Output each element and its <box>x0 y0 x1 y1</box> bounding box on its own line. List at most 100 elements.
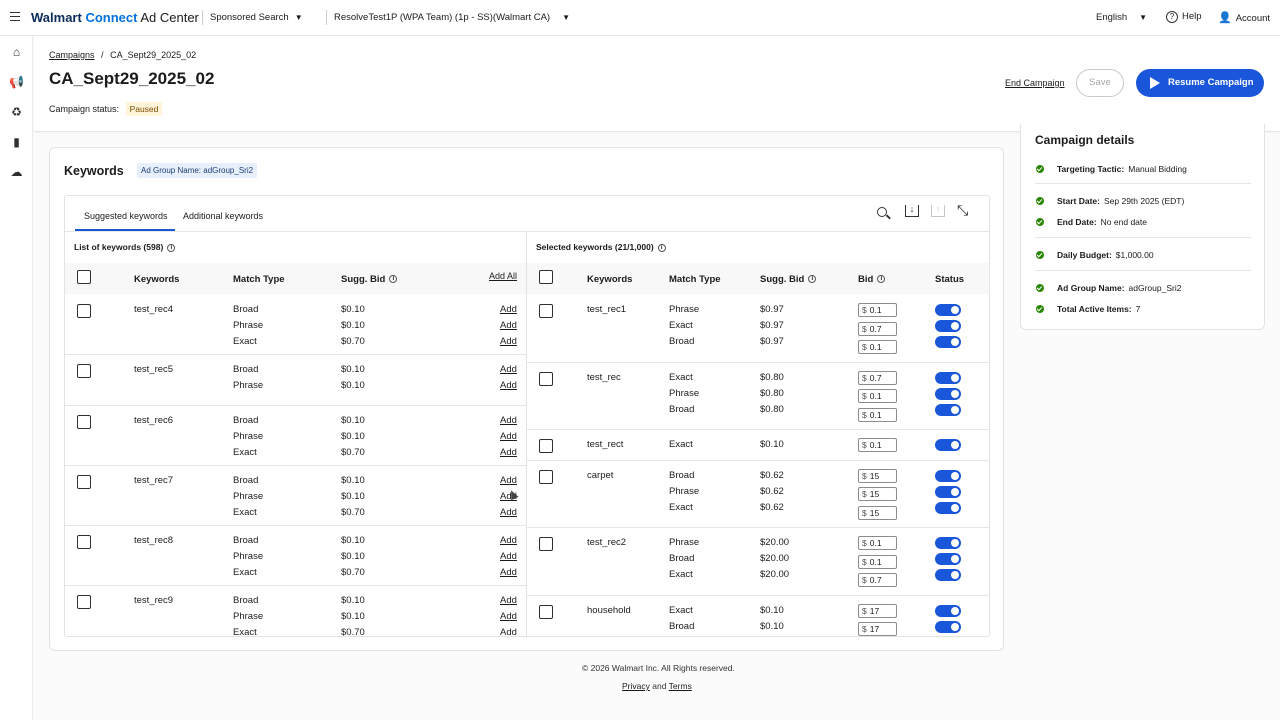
upload-icon[interactable]: ↑ <box>931 205 945 217</box>
bid-input[interactable]: $15 <box>858 487 897 501</box>
status-toggle[interactable] <box>935 553 961 565</box>
bid-input[interactable]: $0.1 <box>858 389 897 403</box>
row-divider <box>527 361 989 363</box>
keyword-checkbox[interactable] <box>77 364 91 378</box>
add-link[interactable]: Add <box>500 595 517 606</box>
add-link[interactable]: Add <box>500 447 517 458</box>
end-campaign-link[interactable]: End Campaign <box>1005 78 1065 88</box>
page-title: CA_Sept29_2025_02 <box>49 69 215 88</box>
match-type: Phrase <box>233 431 264 442</box>
keywords-card: Keywords Ad Group Name: adGroup_Sri2 Sug… <box>49 147 1004 651</box>
detail-label: Ad Group Name: <box>1057 283 1125 293</box>
keyword-checkbox[interactable] <box>77 595 91 609</box>
col-bid: Bid i <box>858 274 886 285</box>
status-toggle[interactable] <box>935 537 961 549</box>
terms-link[interactable]: Terms <box>669 681 692 691</box>
status-toggle[interactable] <box>935 304 961 316</box>
help-link[interactable]: ? Help <box>1166 11 1202 23</box>
add-link[interactable]: Add <box>500 507 517 518</box>
bar-chart-icon[interactable]: ▮ <box>9 135 24 150</box>
status-toggle[interactable] <box>935 387 961 400</box>
match-type: Phrase <box>233 491 264 502</box>
search-icon[interactable] <box>877 207 891 220</box>
status-toggle[interactable] <box>935 604 961 617</box>
tab-suggested-keywords[interactable]: Suggested keywords <box>84 211 168 221</box>
privacy-link[interactable]: Privacy <box>622 681 650 691</box>
bid-input[interactable]: $0.1 <box>858 340 897 354</box>
keyword-checkbox[interactable] <box>77 475 91 489</box>
status-toggle[interactable] <box>935 637 961 638</box>
status-toggle[interactable] <box>935 439 961 451</box>
selected-keyword-checkbox[interactable] <box>539 304 553 318</box>
status-toggle[interactable] <box>935 403 961 416</box>
selected-keyword-checkbox[interactable] <box>539 537 553 551</box>
add-link[interactable]: Add <box>500 320 517 331</box>
keyword-checkbox[interactable] <box>77 535 91 549</box>
status-toggle[interactable] <box>935 485 961 498</box>
add-all-link[interactable]: Add All <box>489 271 517 281</box>
language-select[interactable]: English ▼ <box>1096 12 1147 23</box>
add-link[interactable]: Add <box>500 364 517 375</box>
bid-input[interactable]: $0.7 <box>858 370 897 385</box>
product-select[interactable]: Sponsored Search ▼ <box>210 12 303 23</box>
bid-input[interactable]: $0.1 <box>858 554 897 569</box>
menu-icon[interactable] <box>10 12 20 21</box>
status-toggle[interactable] <box>935 569 961 581</box>
add-link[interactable]: Add <box>500 611 517 622</box>
save-button[interactable]: Save <box>1076 69 1124 97</box>
col-keywords: Keywords <box>134 274 180 285</box>
collapse-icon[interactable]: ⤡ <box>957 203 968 217</box>
megaphone-icon[interactable]: 📢 <box>9 75 24 90</box>
bid-input[interactable]: $0.1 <box>858 303 897 317</box>
add-link[interactable]: Add <box>500 627 517 636</box>
bid-input[interactable]: $0.1 <box>858 536 897 550</box>
selected-keyword-checkbox[interactable] <box>539 604 553 619</box>
home-icon[interactable]: ⌂ <box>9 45 24 60</box>
account-select[interactable]: ResolveTest1P (WPA Team) (1p - SS)(Walma… <box>334 12 570 23</box>
keyword-checkbox[interactable] <box>77 415 91 429</box>
bid-input[interactable]: $0.7 <box>858 321 897 336</box>
bid-input[interactable]: $15 <box>858 468 897 483</box>
select-all-selected-checkbox[interactable] <box>539 270 553 284</box>
footer-links: Privacy and Terms <box>622 681 692 691</box>
bid-input[interactable]: $0.1 <box>858 407 897 422</box>
breadcrumb-campaigns[interactable]: Campaigns <box>49 50 95 60</box>
recycle-icon[interactable]: ♻ <box>9 105 24 120</box>
status-toggle[interactable] <box>935 371 961 384</box>
keyword-checkbox[interactable] <box>77 304 91 318</box>
add-link[interactable]: Add <box>500 535 517 546</box>
add-link[interactable]: Add <box>500 380 517 391</box>
cloud-upload-icon[interactable]: ☁ <box>9 165 24 180</box>
status-toggle[interactable] <box>935 469 961 482</box>
brand-ad-center: Ad Center <box>140 10 199 25</box>
download-icon[interactable]: ↓ <box>905 205 919 217</box>
bid-input[interactable]: $15 <box>858 505 897 520</box>
add-link[interactable]: Add <box>500 336 517 347</box>
detail-item: End Date: No end date <box>1057 217 1147 227</box>
selected-keyword-checkbox[interactable] <box>539 469 553 484</box>
add-link[interactable]: Add <box>500 415 517 426</box>
status-toggle[interactable] <box>935 501 961 514</box>
currency-symbol: $ <box>862 507 867 518</box>
match-type: Broad <box>233 304 259 315</box>
bid-input[interactable]: $17 <box>858 603 897 618</box>
resume-campaign-button[interactable]: Resume Campaign <box>1136 69 1264 97</box>
add-link[interactable]: Add <box>500 551 517 562</box>
select-all-checkbox[interactable] <box>77 270 91 284</box>
bid-input[interactable]: $0.7 <box>858 573 897 587</box>
selected-keyword-checkbox[interactable] <box>539 371 553 386</box>
tab-additional-keywords[interactable]: Additional keywords <box>183 211 263 221</box>
status-toggle[interactable] <box>935 336 961 348</box>
selected-keyword-checkbox[interactable] <box>539 439 553 453</box>
status-toggle[interactable] <box>935 320 961 332</box>
account-link[interactable]: 👤 Account <box>1218 11 1270 24</box>
add-link[interactable]: Add <box>500 475 517 486</box>
bid-input[interactable]: $17 <box>858 622 897 636</box>
brand-logo[interactable]: Walmart Connect Ad Center <box>31 10 199 25</box>
add-link[interactable]: Add <box>500 304 517 315</box>
status-toggle[interactable] <box>935 620 961 633</box>
add-link[interactable]: Add <box>500 431 517 442</box>
add-link[interactable]: Add <box>500 567 517 578</box>
currency-symbol: $ <box>862 372 867 383</box>
bid-input[interactable]: $0.1 <box>858 438 897 452</box>
